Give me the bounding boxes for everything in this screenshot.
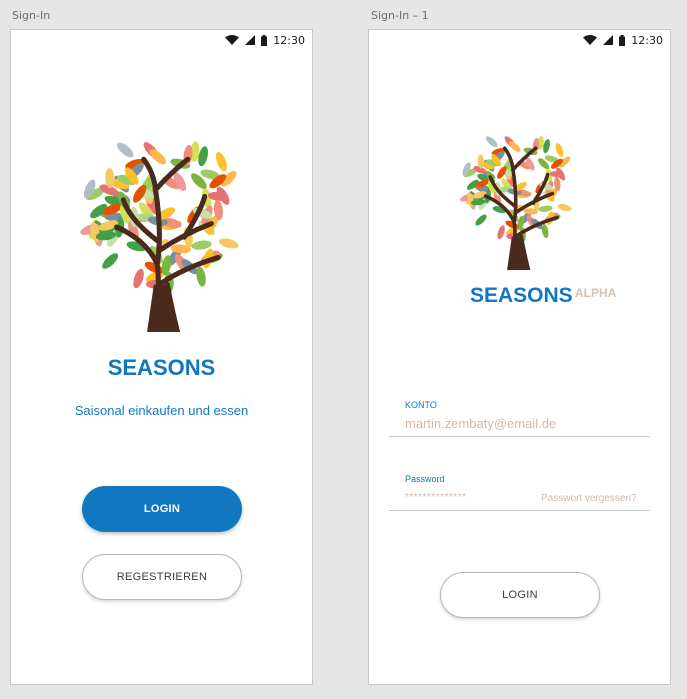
tree-leaf [497,225,505,240]
tree-leaf [117,142,134,158]
password-label: Password [405,474,445,484]
tree-leaf [557,204,572,212]
tree-leaf [215,152,227,172]
status-bar: 12:30 [225,30,312,50]
tree-leaf [133,268,144,289]
tree-logo-icon [460,135,572,270]
login-button[interactable]: LOGIN [440,572,600,618]
status-time: 12:30 [273,33,305,47]
wifi-icon [225,35,240,45]
register-button[interactable]: REGESTRIEREN [82,554,242,600]
app-title: SEASONS [107,355,216,380]
forgot-password-link[interactable]: Passwort vergessen? [541,493,637,504]
status-bar: 12:30 [583,30,670,50]
tree-leaf [485,136,498,147]
password-field-underline [389,510,650,511]
password-field[interactable]: ************** [405,492,466,503]
battery-icon [261,34,268,46]
tree-logo-icon [80,141,239,332]
status-time: 12:30 [631,33,663,47]
cell-signal-icon [603,35,614,45]
alpha-badge: ALPHA [575,286,617,300]
account-field-underline [389,436,650,437]
tree-leaf [555,143,564,157]
tree-leaf [218,238,239,249]
artboard-label: Sign-In [12,9,51,22]
cell-signal-icon [245,35,256,45]
wifi-icon [583,35,598,45]
signin-screen: 12:30 SEASONS Saisonal einkaufen und ess… [10,29,313,685]
battery-icon [619,34,626,46]
signin-form-screen: 12:30 SEASONS ALPHA KONTO martin.zembaty… [368,29,671,685]
artboard-label: Sign-In – 1 [371,9,429,22]
tree-leaf [102,253,119,269]
app-title: SEASONS [470,284,573,307]
account-label: KONTO [405,400,437,410]
account-field[interactable]: martin.zembaty@email.de [405,416,556,431]
tree-leaf [475,214,487,226]
login-button[interactable]: LOGIN [82,486,242,532]
app-tagline: Saisonal einkaufen und essen [74,403,249,418]
